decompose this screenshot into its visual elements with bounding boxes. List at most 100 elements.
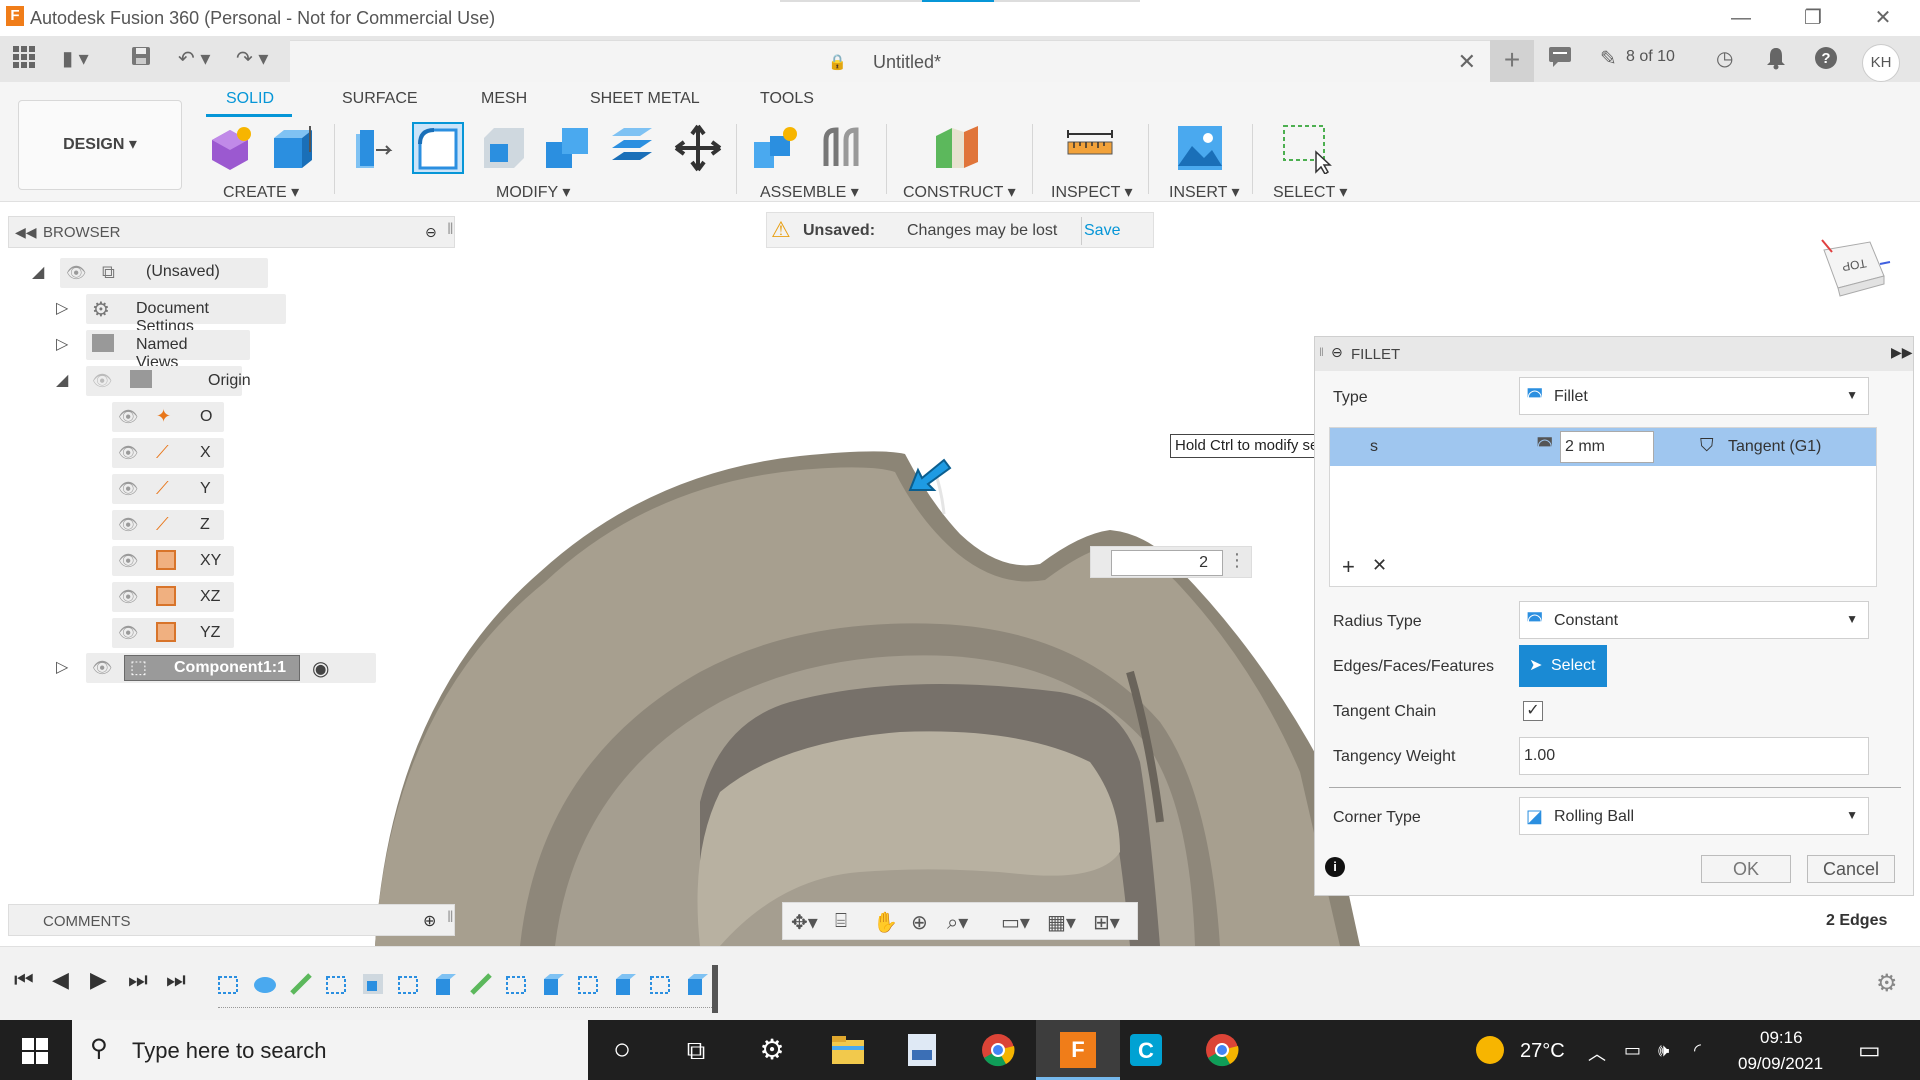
wifi-icon[interactable]: ◜ (1694, 1040, 1701, 1061)
radius-input[interactable]: 2 mm (1560, 431, 1654, 463)
sketch-feature-icon[interactable] (324, 971, 350, 997)
close-tab-icon[interactable]: ✕ (1458, 49, 1476, 75)
sketch-feature-icon[interactable] (216, 971, 242, 997)
edge-selection-arrow-icon[interactable] (906, 456, 954, 498)
tab-sheet-metal[interactable]: SHEET METAL (590, 90, 700, 108)
sketch-feature-icon[interactable] (396, 971, 422, 997)
move-copy-icon[interactable] (672, 122, 724, 174)
winrar-icon[interactable] (904, 1032, 940, 1068)
inline-more-icon[interactable]: ⋮ (1228, 550, 1246, 571)
visibility-eye-icon[interactable]: 👁 (118, 623, 138, 643)
tangency-weight-input[interactable]: 1.00 (1519, 737, 1869, 775)
activate-radio-icon[interactable]: ◉ (312, 656, 329, 681)
look-at-icon[interactable]: ⌸ (835, 910, 847, 933)
timeline-settings-gear-icon[interactable]: ⚙ (1876, 969, 1898, 998)
chrome-icon[interactable] (1204, 1032, 1240, 1068)
offset-faces-icon[interactable] (606, 122, 658, 174)
battery-icon[interactable]: ▭ (1624, 1040, 1641, 1061)
expand-dialog-icon[interactable]: ▶▶ (1891, 344, 1913, 361)
inline-radius-input[interactable]: 2 (1111, 550, 1223, 576)
add-selection-set-icon[interactable]: + (1342, 554, 1355, 580)
orbit-icon[interactable]: ✥▾ (791, 910, 818, 935)
browser-resize-handle[interactable]: ‖ (447, 221, 454, 239)
job-status-icon[interactable]: ✎ (1600, 46, 1617, 71)
type-select[interactable]: ◚ Fillet ▼ (1519, 377, 1869, 415)
display-settings-icon[interactable]: ▭▾ (1001, 910, 1030, 935)
visibility-eye-icon[interactable]: 👁 (118, 515, 138, 535)
revolve-feature-icon[interactable] (252, 971, 278, 997)
visibility-eye-icon[interactable]: 👁 (92, 658, 112, 678)
group-insert[interactable]: INSERT ▾ (1169, 182, 1240, 202)
save-icon[interactable] (130, 45, 152, 73)
group-inspect[interactable]: INSPECT ▾ (1051, 182, 1133, 202)
comments-resize-handle[interactable]: ‖ (447, 909, 454, 927)
redo-icon[interactable]: ↷ ▾ (236, 45, 268, 73)
notifications-bell-icon[interactable] (1766, 46, 1786, 70)
play-icon[interactable]: ▶ (90, 967, 107, 993)
group-select[interactable]: SELECT ▾ (1273, 182, 1347, 202)
group-assemble[interactable]: ASSEMBLE ▾ (760, 182, 859, 202)
step-back-icon[interactable]: ◀ (52, 967, 69, 993)
press-pull-icon[interactable] (346, 122, 398, 174)
app-grid-icon[interactable] (12, 45, 36, 73)
user-avatar[interactable]: KH (1862, 44, 1900, 82)
expand-triangle-icon[interactable]: ▷ (56, 657, 68, 677)
viewports-icon[interactable]: ⊞▾ (1093, 910, 1120, 935)
group-create[interactable]: CREATE ▾ (223, 182, 299, 202)
visibility-eye-icon[interactable]: 👁 (118, 551, 138, 571)
restore-icon[interactable]: ❐ (1790, 4, 1836, 32)
fillet-header[interactable]: ‖ ⊖ FILLET ▶▶ (1315, 337, 1913, 371)
drag-handle-icon[interactable]: ‖ (1319, 345, 1324, 359)
windows-start-icon[interactable] (22, 1038, 48, 1069)
fillet-icon[interactable] (412, 122, 464, 174)
workspace-switcher-button[interactable]: DESIGN ▾ (18, 100, 182, 190)
expand-triangle-icon[interactable]: ▷ (56, 298, 68, 318)
visibility-eye-icon[interactable]: 👁 (118, 479, 138, 499)
corner-type-select[interactable]: ◪ Rolling Ball ▼ (1519, 797, 1869, 835)
settings-gear-icon[interactable]: ⚙ (754, 1032, 790, 1068)
zoom-icon[interactable]: ⊕ (911, 910, 928, 935)
comments-toggle-icon[interactable] (1548, 46, 1572, 68)
visibility-eye-icon[interactable]: 👁 (118, 407, 138, 427)
expand-triangle-icon[interactable]: ▷ (56, 334, 68, 354)
extrude-feature-icon[interactable] (432, 971, 458, 997)
add-comment-icon[interactable]: ⊕ (423, 911, 436, 931)
cortana-icon[interactable]: ○ (604, 1032, 640, 1068)
fillet-feature-icon[interactable] (468, 971, 494, 997)
save-link[interactable]: Save (1084, 222, 1120, 240)
shell-feature-icon[interactable] (360, 971, 386, 997)
fusion-taskbar-button[interactable]: F (1036, 1020, 1120, 1080)
timeline-marker[interactable] (712, 965, 718, 1013)
fillet-feature-icon[interactable] (288, 971, 314, 997)
clock-icon[interactable]: ◷ (1716, 46, 1733, 71)
browser-header[interactable]: ◀◀ BROWSER ⊖ ‖ (8, 216, 455, 248)
grid-settings-icon[interactable]: ▦▾ (1047, 910, 1076, 935)
tab-solid[interactable]: SOLID (226, 90, 274, 108)
file-menu-icon[interactable]: ▮ ▾ (62, 45, 89, 73)
temperature[interactable]: 27°C (1520, 1040, 1565, 1063)
close-window-icon[interactable]: ✕ (1860, 4, 1906, 32)
chrome-icon[interactable] (980, 1032, 1016, 1068)
combine-icon[interactable] (542, 122, 594, 174)
tab-mesh[interactable]: MESH (481, 90, 527, 108)
visibility-eye-icon[interactable]: 👁 (66, 263, 86, 283)
extrude-icon[interactable] (266, 122, 318, 174)
joint-icon[interactable] (816, 122, 868, 174)
document-tab[interactable]: 🔒 Untitled* ✕ (290, 40, 1490, 82)
cancel-button[interactable]: Cancel (1807, 855, 1895, 883)
taskbar-search[interactable]: ⚲ Type here to search (72, 1020, 588, 1080)
shell-icon[interactable] (478, 122, 530, 174)
collapse-dialog-icon[interactable]: ⊖ (1331, 344, 1343, 361)
collapse-browser-icon[interactable]: ◀◀ (15, 224, 37, 241)
volume-icon[interactable]: 🕪 (1658, 1040, 1669, 1061)
go-to-end-icon[interactable]: ⏭ (166, 967, 186, 993)
select-window-icon[interactable] (1280, 122, 1332, 174)
step-forward-icon[interactable]: ⏭ (128, 967, 148, 993)
view-cube[interactable]: TOP (1818, 236, 1894, 304)
comments-panel-header[interactable]: COMMENTS ⊕ ‖ (8, 904, 455, 936)
edges-select-button[interactable]: ➤ Select (1519, 645, 1607, 687)
create-form-icon[interactable] (204, 122, 256, 174)
weather-sun-icon[interactable] (1476, 1036, 1504, 1064)
tangent-chain-checkbox[interactable]: ✓ (1523, 701, 1543, 721)
collapse-triangle-icon[interactable]: ◢ (32, 262, 44, 282)
